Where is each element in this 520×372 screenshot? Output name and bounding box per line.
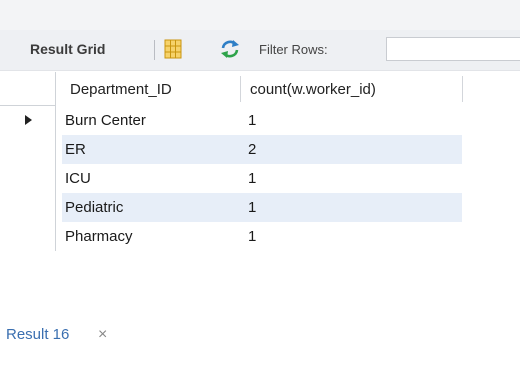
cell-department-id[interactable]: Burn Center [65,106,235,135]
grid-layout-icon[interactable] [164,39,182,59]
table-row[interactable]: Pharmacy 1 [0,222,520,251]
cell-worker-count[interactable]: 2 [248,135,458,164]
grid-header-row: Department_ID count(w.worker_id) [0,72,520,106]
cell-department-id[interactable]: Pharmacy [65,222,235,251]
row-indicator[interactable] [0,106,56,135]
current-row-arrow-icon [25,115,32,125]
column-header-department-id[interactable]: Department_ID [70,72,172,106]
table-row[interactable]: ER 2 [0,135,520,164]
result-grid-label[interactable]: Result Grid [30,41,105,57]
column-header-worker-count[interactable]: count(w.worker_id) [250,72,376,106]
cell-worker-count[interactable]: 1 [248,193,458,222]
table-row[interactable]: Pediatric 1 [0,193,520,222]
close-icon[interactable]: × [98,326,107,344]
cell-worker-count[interactable]: 1 [248,164,458,193]
top-strip [0,0,520,30]
tab-result-16[interactable]: Result 16 [6,326,69,343]
header-indicator-cell [0,72,56,106]
result-grid: Department_ID count(w.worker_id) Burn Ce… [0,72,520,251]
filter-rows-input[interactable] [386,37,520,61]
table-row[interactable]: ICU 1 [0,164,520,193]
row-indicator[interactable] [0,193,56,222]
toolbar-separator [154,40,155,60]
filter-rows-label: Filter Rows: [259,42,328,57]
row-indicator[interactable] [0,164,56,193]
cell-department-id[interactable]: ER [65,135,235,164]
column-divider[interactable] [240,76,241,102]
cell-worker-count[interactable]: 1 [248,106,458,135]
table-row[interactable]: Burn Center 1 [0,106,520,135]
column-divider[interactable] [462,76,463,102]
result-toolbar: Result Grid Filter Rows: [0,30,520,71]
cell-department-id[interactable]: ICU [65,164,235,193]
cell-department-id[interactable]: Pediatric [65,193,235,222]
row-indicator[interactable] [0,222,56,251]
refresh-icon[interactable] [219,39,241,59]
result-tab-bar: Result 16 × [0,314,520,372]
cell-worker-count[interactable]: 1 [248,222,458,251]
row-indicator[interactable] [0,135,56,164]
